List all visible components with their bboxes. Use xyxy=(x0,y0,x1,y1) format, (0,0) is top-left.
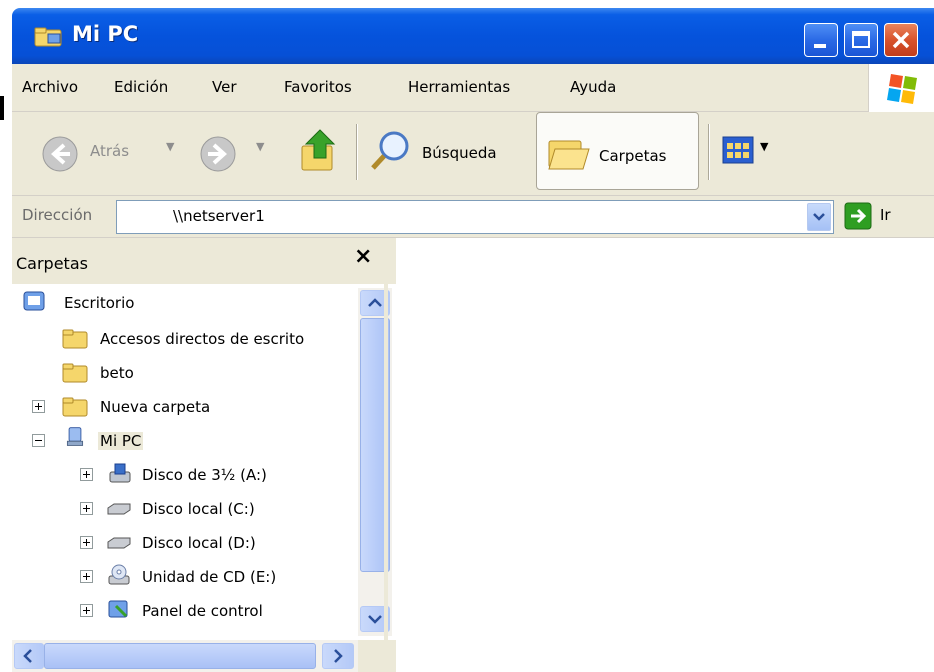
hard-drive-icon xyxy=(107,537,131,549)
scroll-left-button[interactable] xyxy=(14,643,44,669)
go-arrow-icon[interactable] xyxy=(844,202,872,230)
tree-item-mi-pc[interactable]: Mi PC xyxy=(98,432,144,450)
tree-item-escritorio[interactable]: Escritorio xyxy=(64,294,134,312)
hard-drive-icon xyxy=(107,503,131,515)
folders-label: Carpetas xyxy=(599,147,667,165)
windows-logo xyxy=(868,64,934,112)
back-dropdown-icon[interactable]: ▼ xyxy=(166,140,174,153)
minimize-button[interactable] xyxy=(804,23,838,57)
tree-item-disco-c[interactable]: Disco local (C:) xyxy=(142,500,255,518)
window-title: Mi PC xyxy=(72,22,139,46)
address-dropdown-button[interactable] xyxy=(807,203,831,231)
chevron-down-icon xyxy=(813,213,825,221)
pane-splitter[interactable] xyxy=(384,238,388,672)
search-label[interactable]: Búsqueda xyxy=(422,144,497,162)
address-label: Dirección xyxy=(22,206,93,224)
views-dropdown-icon[interactable]: ▼ xyxy=(760,140,768,153)
minimize-icon xyxy=(814,44,826,48)
close-button[interactable] xyxy=(884,23,918,57)
folders-horizontal-scrollbar[interactable] xyxy=(12,640,358,672)
tree-item-nueva-carpeta[interactable]: Nueva carpeta xyxy=(100,398,210,416)
content-area[interactable] xyxy=(400,238,934,672)
forward-dropdown-icon[interactable]: ▼ xyxy=(256,140,264,153)
windows-flag-icon xyxy=(887,74,917,104)
window-left-edge xyxy=(0,62,12,672)
tree-item-disco-d[interactable]: Disco local (D:) xyxy=(142,534,256,552)
tree-item-beto[interactable]: beto xyxy=(100,364,134,382)
title-bar[interactable]: Mi PC xyxy=(12,8,934,64)
forward-arrow-icon[interactable] xyxy=(198,134,238,174)
address-value: \\netserver1 xyxy=(173,207,265,225)
tree-item-cd[interactable]: Unidad de CD (E:) xyxy=(142,568,276,586)
up-folder-icon[interactable] xyxy=(298,126,344,176)
menu-ver[interactable]: Ver xyxy=(212,78,237,96)
folders-pane: Carpetas × Escritorio Accesos directos d… xyxy=(12,238,396,672)
folder-icon xyxy=(62,397,88,417)
folders-pane-header: Carpetas × xyxy=(12,238,396,284)
floppy-drive-icon xyxy=(109,463,131,483)
expand-disco-c-button[interactable] xyxy=(80,502,93,515)
tree-item-panel-control[interactable]: Panel de control xyxy=(142,602,263,620)
address-input[interactable]: \\netserver1 xyxy=(116,200,834,234)
address-bar: Dirección \\netserver1 Ir xyxy=(12,196,934,238)
back-arrow-icon[interactable] xyxy=(40,134,80,174)
tree-item-accesos[interactable]: Accesos directos de escrito xyxy=(100,330,356,348)
tree-item-disco-a[interactable]: Disco de 3½ (A:) xyxy=(142,466,267,484)
menu-edicion[interactable]: Edición xyxy=(114,78,168,96)
maximize-icon xyxy=(852,31,870,48)
expand-nueva-carpeta-button[interactable] xyxy=(32,400,45,413)
computer-icon xyxy=(66,427,84,446)
back-label[interactable]: Atrás xyxy=(90,142,129,160)
menu-bar: Archivo Edición Ver Favoritos Herramient… xyxy=(12,64,934,112)
folders-button[interactable]: Carpetas xyxy=(536,112,699,190)
expand-disco-d-button[interactable] xyxy=(80,536,93,549)
folders-pane-close-button[interactable]: × xyxy=(354,244,372,269)
folder-icon xyxy=(62,329,88,349)
folders-pane-title: Carpetas xyxy=(16,254,88,273)
folder-icon xyxy=(62,363,88,383)
menu-herramientas[interactable]: Herramientas xyxy=(408,78,510,96)
standard-toolbar: Atrás ▼ ▼ Búsqueda Carpetas ▼ xyxy=(12,112,934,196)
cd-drive-icon xyxy=(108,564,130,585)
menu-favoritos[interactable]: Favoritos xyxy=(284,78,352,96)
close-icon xyxy=(892,31,910,49)
window-left-mark xyxy=(0,96,4,120)
chevron-left-icon xyxy=(23,649,32,663)
control-panel-icon xyxy=(108,600,128,618)
menu-ayuda[interactable]: Ayuda xyxy=(570,78,616,96)
maximize-button[interactable] xyxy=(844,23,878,57)
collapse-mi-pc-button[interactable] xyxy=(32,434,45,447)
expand-cd-button[interactable] xyxy=(80,570,93,583)
expand-disco-a-button[interactable] xyxy=(80,468,93,481)
scroll-right-button[interactable] xyxy=(322,643,354,669)
scrollbar-corner xyxy=(358,640,396,672)
horizontal-scroll-thumb[interactable] xyxy=(44,643,316,669)
views-icon[interactable] xyxy=(722,134,756,168)
go-label[interactable]: Ir xyxy=(880,206,891,224)
toolbar-separator-2 xyxy=(708,124,710,180)
expand-panel-control-button[interactable] xyxy=(80,604,93,617)
my-computer-folder-icon xyxy=(34,27,62,47)
search-magnifier-icon[interactable] xyxy=(368,128,414,174)
desktop-icon xyxy=(23,291,45,311)
toolbar-separator xyxy=(356,124,358,180)
chevron-right-icon xyxy=(334,649,343,663)
folders-icon xyxy=(548,140,590,170)
menu-archivo[interactable]: Archivo xyxy=(22,78,78,96)
